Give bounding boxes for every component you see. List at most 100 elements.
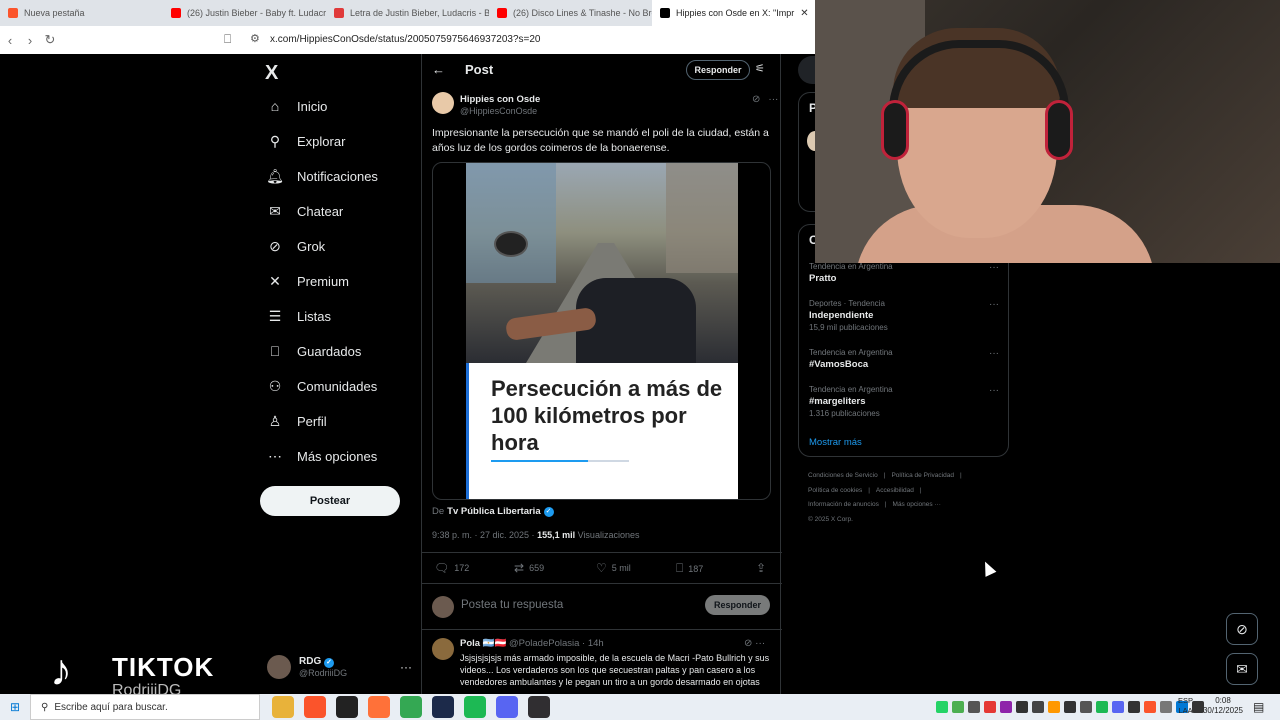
browser-tab[interactable]: Nueva pestaña — [0, 0, 163, 26]
reply-button[interactable]: Responder — [705, 595, 770, 615]
site-settings-icon[interactable]: ⚙ — [250, 32, 260, 45]
reload-icon[interactable]: ↻ — [40, 32, 60, 48]
discord-icon[interactable] — [1112, 701, 1124, 713]
comment-time[interactable]: · 14h — [582, 638, 604, 649]
firefox-icon[interactable] — [368, 696, 390, 718]
grok-floating-button[interactable]: ⊘ — [1226, 613, 1258, 645]
browser-tab[interactable]: (26) Disco Lines & Tinashe - No Broke — [489, 0, 652, 26]
sidebar-item-notificaciones[interactable]: 🔔︎ Notificaciones — [266, 168, 378, 184]
sidebar-item-grok[interactable]: ⊘ Grok — [267, 238, 325, 254]
tray-app-icon[interactable] — [1128, 701, 1140, 713]
bookmark-icon[interactable]: ⎕ — [224, 32, 231, 47]
language-indicator[interactable]: ESP LAA — [1178, 696, 1193, 716]
author-name[interactable]: Hippies con Osde — [460, 94, 540, 105]
back-arrow-icon[interactable]: ← — [432, 62, 445, 77]
brave-icon[interactable] — [304, 696, 326, 718]
grok-icon[interactable]: ⊘ — [752, 94, 760, 105]
reply-action[interactable]: 🗨︎ 172 — [434, 561, 469, 575]
sidebar-item-guardados[interactable]: ⎕ Guardados — [267, 343, 362, 359]
browser-tab-active[interactable]: Hippies con Osde en X: "Impr ✕ — [652, 0, 815, 26]
sliders-icon[interactable]: ⚟ — [755, 62, 765, 75]
url-field[interactable]: x.com/HippiesConOsde/status/200507597564… — [270, 34, 540, 45]
tray-app-icon[interactable] — [952, 701, 964, 713]
source-link[interactable]: Tv Pública Libertaria — [447, 506, 540, 517]
file-explorer-icon[interactable] — [272, 696, 294, 718]
video-frame[interactable]: Persecución a más de 100 kilómetros por … — [466, 163, 738, 499]
list-item[interactable]: Pola 🇦🇷🇦🇹 @PoladePolasia · 14h ⊘ ··· Jsj… — [422, 632, 782, 694]
forward-arrow-icon[interactable]: › — [20, 33, 40, 48]
like-action[interactable]: ♡ 5 mil — [596, 561, 631, 575]
post-timestamp[interactable]: 9:38 p. m. · 27 dic. 2025 · — [432, 530, 537, 540]
share-action[interactable]: ⇪ — [756, 561, 766, 575]
capcut-icon[interactable] — [336, 696, 358, 718]
post-header: ← Post Responder ⚟ — [422, 54, 782, 86]
more-icon[interactable]: ··· — [989, 299, 999, 310]
footer-link[interactable]: Política de cookies — [808, 487, 862, 494]
reply-header-button[interactable]: Responder — [686, 60, 750, 80]
repost-action[interactable]: ⇄ 659 — [514, 561, 544, 575]
sidebar-item-mas-opciones[interactable]: ⋯ Más opciones — [267, 448, 377, 464]
avatar[interactable] — [432, 638, 454, 660]
tray-app-icon[interactable] — [1144, 701, 1156, 713]
microphone-icon[interactable] — [1016, 701, 1028, 713]
notification-center-icon[interactable]: ▤ — [1253, 700, 1264, 714]
whatsapp-icon[interactable] — [936, 701, 948, 713]
more-icon[interactable]: ··· — [989, 348, 999, 359]
trend-item[interactable]: Tendencia en Argentina #margeliters 1.31… — [809, 385, 999, 418]
more-icon[interactable]: ··· — [400, 660, 412, 674]
trend-item[interactable]: Deportes · Tendencia Independiente 15,9 … — [809, 299, 999, 332]
discord-icon[interactable] — [496, 696, 518, 718]
browser-tab[interactable]: (26) Justin Bieber - Baby ft. Ludacris — [163, 0, 326, 26]
comment-handle[interactable]: @PoladePolasia — [509, 638, 579, 649]
reply-input[interactable]: Postea tu respuesta — [461, 599, 563, 611]
post-button[interactable]: Postear — [260, 486, 400, 516]
avatar[interactable] — [432, 92, 454, 114]
tray-app-icon[interactable] — [1000, 701, 1012, 713]
trend-item[interactable]: Tendencia en Argentina Pratto ··· — [809, 262, 999, 284]
footer-link[interactable]: Más opciones ··· — [893, 501, 941, 508]
spotify-icon[interactable] — [464, 696, 486, 718]
tray-app-icon[interactable] — [1160, 701, 1172, 713]
sidebar-item-perfil[interactable]: ♙ Perfil — [267, 413, 327, 429]
show-more-link[interactable]: Mostrar más — [809, 437, 862, 448]
tray-app-icon[interactable] — [1080, 701, 1092, 713]
more-icon[interactable]: ··· — [768, 94, 778, 105]
browser-tab[interactable]: Letra de Justin Bieber, Ludacris - Bab — [326, 0, 489, 26]
trend-item[interactable]: Tendencia en Argentina #VamosBoca ··· — [809, 348, 999, 370]
tray-app-icon[interactable] — [984, 701, 996, 713]
sidebar-item-comunidades[interactable]: ⚇ Comunidades — [267, 378, 378, 394]
sidebar-item-chatear[interactable]: ✉ Chatear — [267, 203, 343, 219]
more-icon[interactable]: ··· — [755, 638, 765, 649]
comment-author[interactable]: Pola — [460, 638, 480, 649]
spotify-icon[interactable] — [1096, 701, 1108, 713]
sidebar-item-inicio[interactable]: ⌂ Inicio — [267, 98, 328, 114]
account-switcher[interactable]: RDG ✓ @RodriiiDG ··· — [267, 652, 412, 682]
bookmark-action[interactable]: ⎕ 187 — [676, 561, 703, 576]
sidebar-item-listas[interactable]: ☰ Listas — [267, 308, 331, 324]
tray-app-icon[interactable] — [968, 701, 980, 713]
tray-app-icon[interactable] — [1032, 701, 1044, 713]
more-icon[interactable]: ··· — [989, 385, 999, 396]
chrome-icon[interactable] — [400, 696, 422, 718]
sidebar-item-premium[interactable]: ✕ Premium — [267, 273, 349, 289]
taskbar-clock[interactable]: 0:08 30/12/2025 — [1200, 696, 1246, 716]
grok-icon[interactable]: ⊘ — [744, 638, 752, 649]
taskbar-search[interactable]: ⚲ Escribe aquí para buscar. — [30, 694, 260, 720]
volume-icon[interactable] — [1064, 701, 1076, 713]
x-logo[interactable]: X — [265, 62, 278, 85]
footer-link[interactable]: Condiciones de Servicio — [808, 472, 878, 479]
footer-link[interactable]: Información de anuncios — [808, 501, 879, 508]
footer-link[interactable]: Accesibilidad — [876, 487, 914, 494]
windows-start-icon[interactable]: ⊞ — [0, 700, 30, 714]
more-icon[interactable]: ··· — [989, 262, 999, 273]
obs-icon[interactable] — [528, 696, 550, 718]
sidebar-item-explorar[interactable]: ⚲ Explorar — [267, 133, 346, 149]
back-arrow-icon[interactable]: ‹ — [0, 33, 20, 48]
messages-floating-button[interactable]: ✉ — [1226, 653, 1258, 685]
footer-link[interactable]: Política de Privacidad — [891, 472, 954, 479]
author-handle[interactable]: @HippiesConOsde — [460, 106, 537, 116]
post-video[interactable]: Persecución a más de 100 kilómetros por … — [432, 162, 771, 500]
close-icon[interactable]: ✕ — [800, 8, 808, 19]
league-icon[interactable] — [432, 696, 454, 718]
tray-app-icon[interactable] — [1048, 701, 1060, 713]
